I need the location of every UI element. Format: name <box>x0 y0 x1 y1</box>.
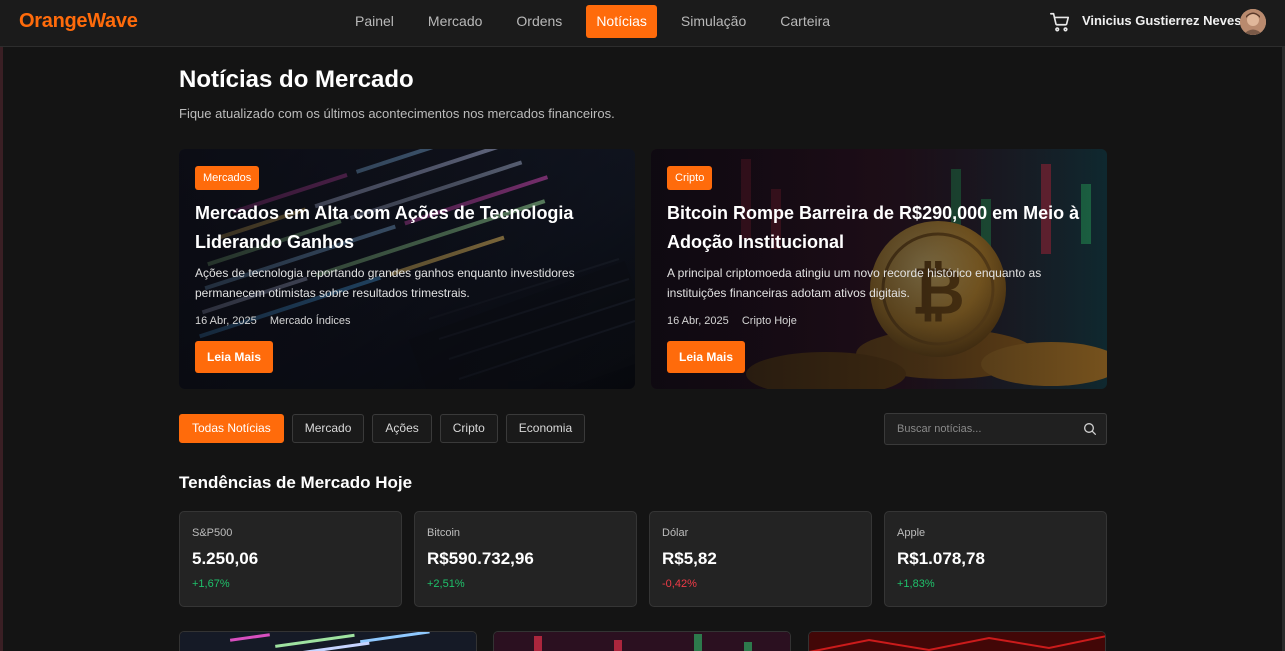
trend-value: R$5,82 <box>662 549 717 568</box>
trend-name: Bitcoin <box>427 527 461 539</box>
filter-todas-noticias[interactable]: Todas Notícias <box>179 414 284 443</box>
featured-source: Mercado Índices <box>269 315 351 327</box>
news-filters: Todas Notícias Mercado Ações Cripto Econ… <box>179 414 593 443</box>
trend-value: 5.250,06 <box>192 549 259 568</box>
code-thumbnail-image <box>180 632 476 651</box>
trend-value: R$1.078,78 <box>897 549 985 568</box>
featured-meta: 16 Abr, 2025 Cripto Hoje <box>667 315 797 327</box>
trend-change: +2,51% <box>427 578 465 590</box>
trend-card-bitcoin[interactable]: Bitcoin R$590.732,96 +2,51% <box>414 511 637 607</box>
page-title: Notícias do Mercado <box>179 66 414 93</box>
featured-meta: 16 Abr, 2025 Mercado Índices <box>195 315 351 327</box>
featured-description: A principal criptomoeda atingiu um novo … <box>667 266 1042 300</box>
trend-name: S&P500 <box>192 527 233 539</box>
filter-mercado[interactable]: Mercado <box>291 414 365 443</box>
featured-article-tech[interactable]: Mercados Mercados em Alta com Ações de T… <box>179 149 635 389</box>
featured-article-bitcoin[interactable]: ₿ Cripto Bitcoin Rompe Barreira de R$290… <box>651 149 1107 389</box>
window-edge-left <box>0 0 3 651</box>
trend-card-apple[interactable]: Apple R$1.078,78 +1,83% <box>884 511 1107 607</box>
featured-date: 16 Abr, 2025 <box>667 315 729 327</box>
featured-title[interactable]: Mercados em Alta com Ações de Tecnologia… <box>195 199 625 257</box>
trend-change: +1,67% <box>192 578 230 590</box>
news-search-box <box>884 413 1107 445</box>
nav-item-mercado[interactable]: Mercado <box>418 5 492 38</box>
search-input[interactable] <box>885 414 1075 444</box>
map-thumbnail-image <box>809 632 1105 651</box>
trend-change: +1,83% <box>897 578 935 590</box>
featured-title[interactable]: Bitcoin Rompe Barreira de R$290,000 em M… <box>667 199 1097 257</box>
filter-economia[interactable]: Economia <box>505 414 586 443</box>
nav-item-ordens[interactable]: Ordens <box>506 5 572 38</box>
chart-thumbnail-image <box>494 632 790 651</box>
trend-card-dolar[interactable]: Dólar R$5,82 -0,42% <box>649 511 872 607</box>
brand-logo[interactable]: OrangeWave <box>19 10 138 33</box>
read-more-button[interactable]: Leia Mais <box>667 341 746 373</box>
trend-card-sp500[interactable]: S&P500 5.250,06 +1,67% <box>179 511 402 607</box>
cart-icon[interactable] <box>1049 11 1071 33</box>
top-navbar: OrangeWave Painel Mercado Ordens Notícia… <box>0 0 1285 47</box>
category-badge: Cripto <box>667 166 713 190</box>
nav-item-noticias[interactable]: Notícias <box>586 5 657 38</box>
featured-description: Ações de tecnologia reportando grandes g… <box>195 266 575 300</box>
news-card-thumbnail[interactable] <box>808 631 1106 651</box>
category-badge: Mercados <box>195 166 260 190</box>
news-card-thumbnail[interactable] <box>179 631 477 651</box>
filter-cripto[interactable]: Cripto <box>439 414 498 443</box>
filter-acoes[interactable]: Ações <box>372 414 432 443</box>
news-card-thumbnail[interactable] <box>493 631 791 651</box>
trends-title: Tendências de Mercado Hoje <box>179 473 413 492</box>
page-subtitle: Fique atualizado com os últimos aconteci… <box>179 106 615 121</box>
nav-item-simulacao[interactable]: Simulação <box>671 5 756 38</box>
read-more-button[interactable]: Leia Mais <box>195 341 274 373</box>
trend-value: R$590.732,96 <box>427 549 534 568</box>
trend-change: -0,42% <box>662 578 697 590</box>
trend-name: Dólar <box>662 527 689 539</box>
nav-item-carteira[interactable]: Carteira <box>770 5 840 38</box>
avatar[interactable] <box>1240 9 1266 35</box>
search-icon[interactable] <box>1082 421 1098 437</box>
main-nav: Painel Mercado Ordens Notícias Simulação… <box>345 5 854 38</box>
nav-item-painel[interactable]: Painel <box>345 5 404 38</box>
featured-source: Cripto Hoje <box>741 315 797 327</box>
trend-name: Apple <box>897 527 926 539</box>
user-name[interactable]: Vinicius Gustierrez Neves <box>1082 13 1241 28</box>
featured-date: 16 Abr, 2025 <box>195 315 257 327</box>
